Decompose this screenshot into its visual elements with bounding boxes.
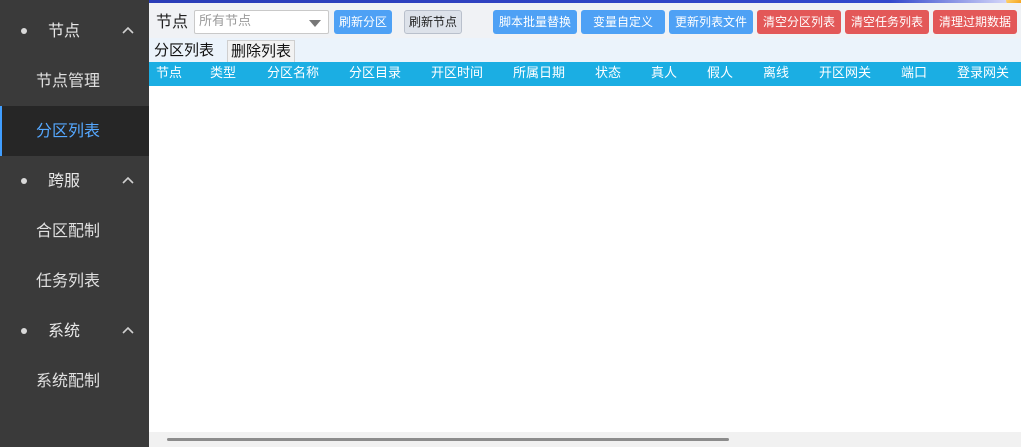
sidebar-item-label: 节点管理: [36, 71, 101, 90]
sidebar-item-label: 系统配制: [36, 371, 101, 390]
update-list-file-button[interactable]: 更新列表文件: [669, 10, 753, 34]
sidebar-group-label: 节点: [48, 21, 81, 40]
sidebar-item-label: 合区配制: [36, 221, 101, 240]
tab-bar: 分区列表 删除列表: [149, 38, 1021, 62]
sidebar-group-label: 系统: [48, 321, 81, 340]
refresh-partition-button[interactable]: 刷新分区: [334, 10, 392, 34]
toolbar: 节点 所有节点 刷新分区 刷新节点 脚本批量替换 变量自定义 更新列表文件 清空…: [149, 3, 1021, 38]
clear-partition-list-button[interactable]: 清空分区列表: [757, 10, 841, 34]
column-header-node[interactable]: 节点: [156, 65, 182, 83]
sidebar-item-node-management[interactable]: 节点管理: [0, 56, 149, 106]
bullet-icon: [21, 328, 27, 334]
column-header-open-gateway[interactable]: 开区网关: [819, 65, 871, 83]
sidebar-group-label: 跨服: [48, 171, 81, 190]
chevron-up-icon: [122, 26, 134, 34]
sidebar-item-label: 分区列表: [36, 121, 101, 140]
tab-partition-list[interactable]: 分区列表: [151, 40, 217, 62]
column-header-date[interactable]: 所属日期: [513, 65, 565, 83]
chevron-down-icon: [309, 20, 321, 27]
column-header-port[interactable]: 端口: [901, 65, 927, 83]
scrollbar-thumb[interactable]: [167, 438, 729, 441]
sidebar-item-task-list[interactable]: 任务列表: [0, 256, 149, 306]
column-header-fake[interactable]: 假人: [707, 65, 733, 83]
variable-custom-button[interactable]: 变量自定义: [581, 10, 665, 34]
sidebar-item-label: 任务列表: [36, 271, 101, 290]
horizontal-scrollbar[interactable]: [149, 432, 1021, 447]
script-batch-replace-button[interactable]: 脚本批量替换: [493, 10, 577, 34]
sidebar-group-cross-server[interactable]: 跨服: [0, 156, 149, 206]
tab-delete-list[interactable]: 删除列表: [227, 40, 296, 62]
node-label: 节点: [156, 12, 189, 31]
chevron-up-icon: [122, 326, 134, 334]
sidebar: 节点 节点管理 分区列表 跨服 合区配制 任务列表 系统 系统配制: [0, 0, 149, 447]
column-header-offline[interactable]: 离线: [763, 65, 789, 83]
column-header-open-time[interactable]: 开区时间: [431, 65, 483, 83]
column-header-type[interactable]: 类型: [210, 65, 236, 83]
chevron-up-icon: [122, 176, 134, 184]
clean-expired-data-button[interactable]: 清理过期数据: [933, 10, 1017, 34]
column-header-real[interactable]: 真人: [651, 65, 677, 83]
refresh-node-button[interactable]: 刷新节点: [404, 10, 462, 34]
table-header: 节点 类型 分区名称 分区目录 开区时间 所属日期 状态 真人 假人 离线 开区…: [149, 62, 1021, 86]
sidebar-item-merge-config[interactable]: 合区配制: [0, 206, 149, 256]
column-header-login-gateway[interactable]: 登录网关: [957, 65, 1009, 83]
sidebar-item-partition-list[interactable]: 分区列表: [0, 106, 149, 156]
sidebar-group-system[interactable]: 系统: [0, 306, 149, 356]
column-header-partition-dir[interactable]: 分区目录: [349, 65, 401, 83]
sidebar-group-node[interactable]: 节点: [0, 6, 149, 56]
node-select[interactable]: 所有节点: [194, 10, 329, 34]
clear-task-list-button[interactable]: 清空任务列表: [845, 10, 929, 34]
column-header-status[interactable]: 状态: [595, 65, 621, 83]
node-select-placeholder: 所有节点: [199, 14, 252, 29]
column-header-partition-name[interactable]: 分区名称: [267, 65, 319, 83]
bullet-icon: [21, 28, 27, 34]
bullet-icon: [21, 178, 27, 184]
sidebar-item-system-config[interactable]: 系统配制: [0, 356, 149, 406]
